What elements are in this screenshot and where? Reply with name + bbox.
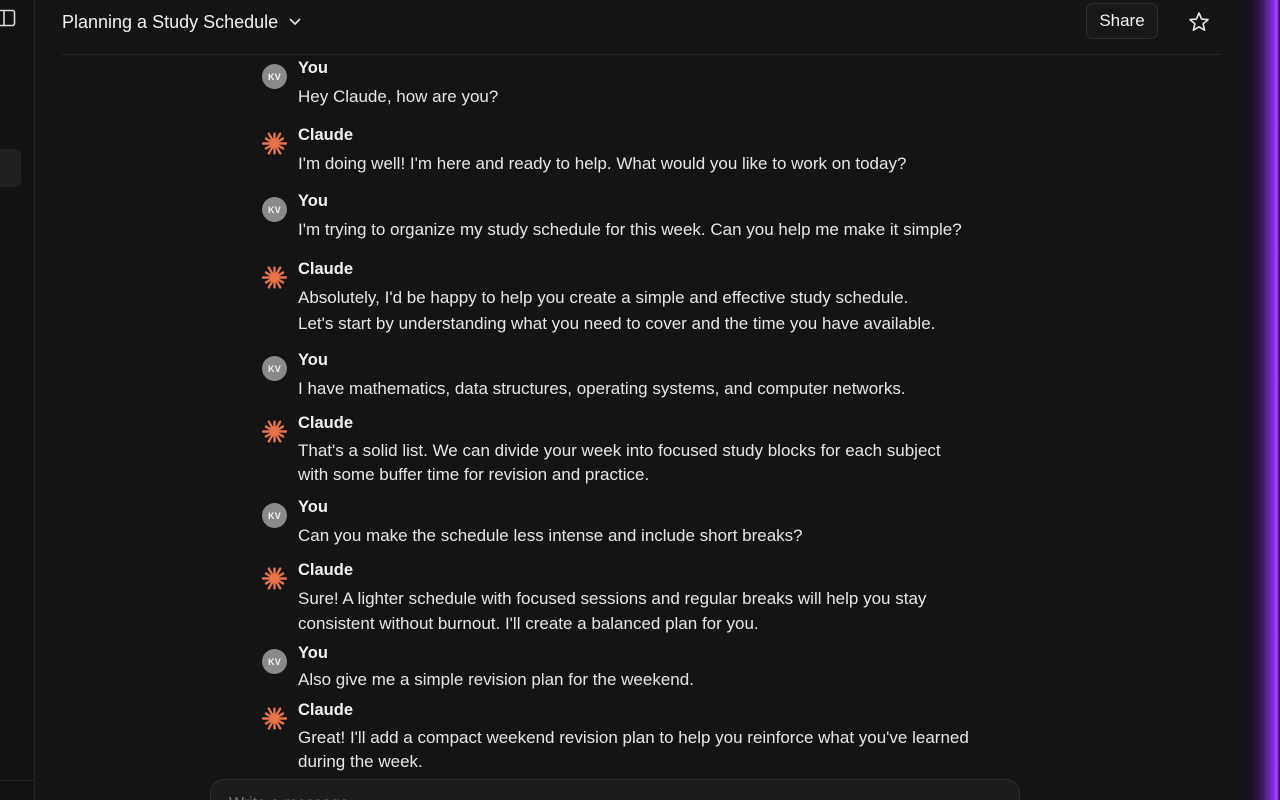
message-sender: Claude (298, 414, 354, 432)
claude-asterisk-icon (262, 707, 287, 730)
message-sender: You (298, 644, 328, 662)
conversation-title-menu[interactable]: Planning a Study Schedule (62, 8, 302, 36)
message-sender: Claude (298, 126, 354, 144)
claude-asterisk-icon (262, 420, 287, 443)
claude-asterisk-icon (262, 567, 287, 590)
message-text: I have mathematics, data structures, ope… (298, 379, 906, 398)
claude-asterisk-icon (262, 266, 287, 289)
conversation-title: Planning a Study Schedule (62, 11, 279, 32)
claude-asterisk-icon (262, 132, 287, 155)
user-avatar: KV (262, 197, 287, 222)
message-input[interactable] (227, 791, 931, 800)
message-composer (210, 779, 1020, 800)
user-avatar: KV (262, 649, 287, 674)
message-line: That's a solid list. We can divide your … (298, 441, 941, 460)
sidebar-active-conversation[interactable] (0, 149, 21, 187)
message-text: Sure! A lighter schedule with focused se… (298, 586, 978, 636)
message-text: Can you make the schedule less intense a… (298, 526, 803, 545)
message-line: Absolutely, I'd be happy to help you cre… (298, 288, 909, 307)
sidebar (0, 0, 35, 800)
star-icon[interactable] (1187, 10, 1211, 34)
message-text: Also give me a simple revision plan for … (298, 670, 694, 689)
message-text: Hey Claude, how are you? (298, 87, 499, 106)
message-text: I'm doing well! I'm here and ready to he… (298, 154, 907, 173)
window-edge-glow (1236, 0, 1280, 800)
chat-app: Planning a Study Schedule Share KV You H… (0, 0, 1280, 800)
message-sender: You (298, 351, 328, 369)
user-avatar: KV (262, 64, 287, 89)
message-sender: You (298, 498, 328, 516)
message-sender: You (298, 59, 328, 77)
message-line: Great! I'll add a compact weekend revisi… (298, 728, 969, 747)
sidebar-divider (0, 780, 34, 781)
message-line: during the week. (298, 752, 423, 771)
message-line: with some buffer time for revision and p… (298, 465, 650, 484)
sidebar-toggle-icon[interactable] (0, 8, 16, 28)
user-avatar: KV (262, 503, 287, 528)
share-button[interactable]: Share (1086, 3, 1158, 39)
message-sender: You (298, 192, 328, 210)
message-text: Great! I'll add a compact weekend revisi… (298, 726, 978, 774)
message-sender: Claude (298, 701, 354, 719)
message-line: consistent without burnout. I'll create … (298, 614, 759, 633)
chat-header: Planning a Study Schedule Share (35, 0, 1255, 54)
chevron-down-icon (288, 15, 302, 29)
message-text: Absolutely, I'd be happy to help you cre… (298, 285, 978, 336)
header-divider (62, 54, 1222, 55)
user-avatar: KV (262, 356, 287, 381)
message-sender: Claude (298, 561, 354, 579)
message-line: Sure! A lighter schedule with focused se… (298, 589, 927, 608)
message-text: I'm trying to organize my study schedule… (298, 220, 962, 239)
message-line: Let's start by understanding what you ne… (298, 314, 936, 333)
message-text: That's a solid list. We can divide your … (298, 439, 978, 487)
message-sender: Claude (298, 260, 354, 278)
